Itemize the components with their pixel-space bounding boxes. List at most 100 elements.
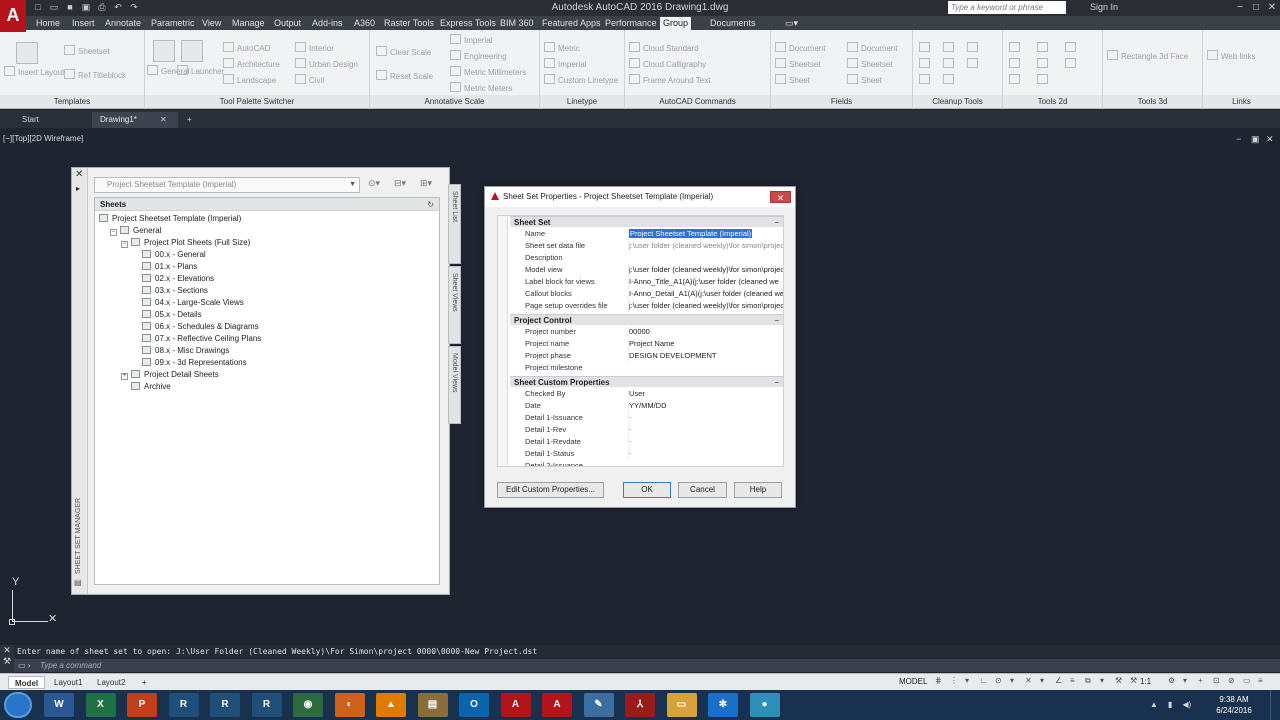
rectangle-3d-face-button[interactable]: Rectangle 3d Face (1107, 50, 1188, 61)
sheetset-field-button[interactable]: Sheetset (775, 58, 821, 69)
tool-2d-icon[interactable] (1009, 74, 1023, 85)
launcher-button[interactable]: Launcher (177, 65, 224, 76)
metric-mm-scale-button[interactable]: Metric Millimeters (450, 66, 526, 77)
ok-button[interactable]: OK (623, 482, 671, 498)
property-section[interactable]: Sheet Set − (510, 216, 783, 227)
ribbon-options-icon[interactable]: ▭▾ (782, 17, 801, 30)
property-value[interactable]: DESIGN DEVELOPMENT (628, 350, 783, 362)
web-links-button[interactable]: Web links (1207, 50, 1256, 61)
property-value[interactable]: - (628, 424, 783, 436)
edit-custom-properties-button[interactable]: Edit Custom Properties... (497, 482, 604, 498)
cleanup-tool-icon[interactable] (967, 42, 981, 53)
tab-bim-360[interactable]: BIM 360 (497, 17, 537, 30)
insert-layout-icon[interactable] (16, 42, 38, 64)
palette-close-icon[interactable]: ✕ (75, 169, 83, 180)
tree-node[interactable]: 00.x - General (142, 249, 206, 261)
property-row[interactable]: Project phase DESIGN DEVELOPMENT (510, 350, 783, 362)
cloud-calligraphy-button[interactable]: Cloud Calligraphy (629, 58, 706, 69)
property-row[interactable]: Project number 00000 (510, 326, 783, 338)
cleanup-tool-icon[interactable] (919, 42, 933, 53)
document-field2-button[interactable]: Document (847, 42, 897, 53)
tool-2d-icon[interactable] (1065, 42, 1079, 53)
property-row[interactable]: Page setup overrides file j:\user folder … (510, 300, 783, 312)
close-tab-icon[interactable]: ✕ (160, 112, 167, 128)
property-value[interactable]: I-Anno_Detail_A1(A)(j:\user folder (clea… (628, 288, 783, 300)
document-field-button[interactable]: Document (775, 42, 825, 53)
command-input[interactable]: ▭ › Type a command (14, 659, 1280, 672)
property-row[interactable]: Description (510, 252, 783, 264)
property-row[interactable]: Sheet set data file j:\user folder (clean… (510, 240, 783, 252)
tree-node[interactable]: Project Sheetset Template (Imperial) (99, 213, 241, 225)
collapse-icon[interactable]: − (110, 229, 117, 236)
collapse-icon[interactable]: − (774, 315, 779, 326)
sign-in-link[interactable]: Sign In (1090, 2, 1118, 12)
show-desktop-button[interactable] (1270, 690, 1280, 720)
cleanup-tool-icon[interactable] (943, 42, 957, 53)
layout-tab-layout1[interactable]: Layout1 (48, 676, 88, 689)
tree-node[interactable]: Archive (131, 381, 171, 393)
cancel-button[interactable]: Cancel (678, 482, 727, 498)
tree-node[interactable]: + Project Detail Sheets (121, 369, 219, 381)
property-value[interactable]: YY/MM/DD (628, 400, 783, 412)
property-value[interactable]: j:\user folder (cleaned weekly)\for simo… (628, 300, 783, 312)
search-input[interactable]: Type a keyword or phrase (948, 1, 1066, 14)
palette-titlebar[interactable]: ✕ ▸ SHEET SET MANAGER (72, 168, 88, 594)
command-recent-icon[interactable]: ▭ › (18, 659, 30, 672)
sheet-set-combo[interactable]: Project Sheetset Template (Imperial) ▼ (94, 177, 360, 193)
cleanup-tool-icon[interactable] (919, 58, 933, 69)
tree-node[interactable]: 01.x - Plans (142, 261, 197, 273)
metric-m-scale-button[interactable]: Metric Meters (450, 82, 512, 93)
viewport-close-icon[interactable]: ✕ (1266, 134, 1274, 145)
ortho-icon[interactable]: ∟ (980, 676, 989, 686)
grid-scrollbar[interactable] (498, 216, 508, 466)
acrobat-icon[interactable]: ⅄ (625, 693, 655, 717)
customization-icon[interactable]: ≡ (1258, 676, 1267, 685)
tab-sheet-views[interactable]: Sheet Views (448, 266, 461, 344)
start-button-icon[interactable] (4, 692, 32, 718)
property-row[interactable]: Detail 1-Rev - (510, 424, 783, 436)
sheetset-button[interactable]: Sheetset (64, 45, 110, 56)
tab-raster-tools[interactable]: Raster Tools (381, 17, 437, 30)
civil-palette-button[interactable]: Civil (295, 74, 324, 85)
minimize-icon[interactable]: − (1233, 0, 1247, 16)
autocad-palette-button[interactable]: AutoCAD (223, 42, 270, 53)
dialog-close-button[interactable]: ✕ (770, 191, 791, 203)
snowflake-icon[interactable]: ✻ (708, 693, 738, 717)
property-section[interactable]: Sheet Custom Properties − (510, 376, 783, 387)
cleanup-tool-icon[interactable] (943, 58, 957, 69)
property-row[interactable]: Checked By User (510, 388, 783, 400)
layout-tab-layout2[interactable]: Layout2 (91, 676, 131, 689)
general-palette-icon[interactable] (153, 40, 175, 62)
maximize-icon[interactable]: □ (1249, 0, 1263, 16)
revit-icon[interactable]: R (168, 693, 199, 717)
architecture-palette-button[interactable]: Architecture (223, 58, 280, 69)
tray-up-icon[interactable]: ▲ (1150, 700, 1158, 709)
vlc-icon[interactable]: ▲ (376, 693, 406, 717)
property-row[interactable]: Label block for views I-Anno_Title_A1(A)(… (510, 276, 783, 288)
tool-2d-icon[interactable] (1037, 74, 1051, 85)
paint-icon[interactable]: ✎ (583, 693, 614, 717)
property-value[interactable]: j:\user folder (cleaned weekly)\for simo… (628, 264, 783, 276)
property-row[interactable]: Detail 1-Revdate - (510, 436, 783, 448)
firefox-icon[interactable]: ◐ (334, 693, 365, 717)
property-value[interactable]: Project Sheetset Template (Imperial) (628, 228, 783, 240)
gear-icon[interactable]: ⚙ (1168, 676, 1177, 685)
revit2-icon[interactable]: R (210, 693, 240, 717)
autocad-icon[interactable]: A (500, 693, 531, 717)
property-row[interactable]: Name Project Sheetset Template (Imperial) (510, 228, 783, 240)
tab-performance[interactable]: Performance (602, 17, 660, 30)
chevron-down-icon[interactable]: ▾ (1010, 676, 1019, 686)
model-space-toggle[interactable]: MODEL (899, 677, 927, 686)
snap-icon[interactable]: ⋮ (950, 676, 959, 686)
reset-scale-button[interactable]: Reset Scale (376, 70, 433, 81)
tree-node[interactable]: 02.x - Elevations (142, 273, 214, 285)
frame-around-text-button[interactable]: Frame Around Text (629, 74, 710, 85)
property-value[interactable]: - (628, 412, 783, 424)
tree-node[interactable]: − Project Plot Sheets (Full Size) (121, 237, 250, 249)
clock[interactable]: 9:38 AM 6/24/2016 (1214, 694, 1254, 716)
metric-linetype-button[interactable]: Metric (544, 42, 580, 53)
lineweight-icon[interactable]: ≡ (1070, 676, 1079, 686)
ref-titleblock-button[interactable]: Ref Titleblock (64, 69, 126, 80)
excel-icon[interactable]: X (85, 693, 116, 717)
tab-sheet-list[interactable]: Sheet List (448, 184, 461, 264)
